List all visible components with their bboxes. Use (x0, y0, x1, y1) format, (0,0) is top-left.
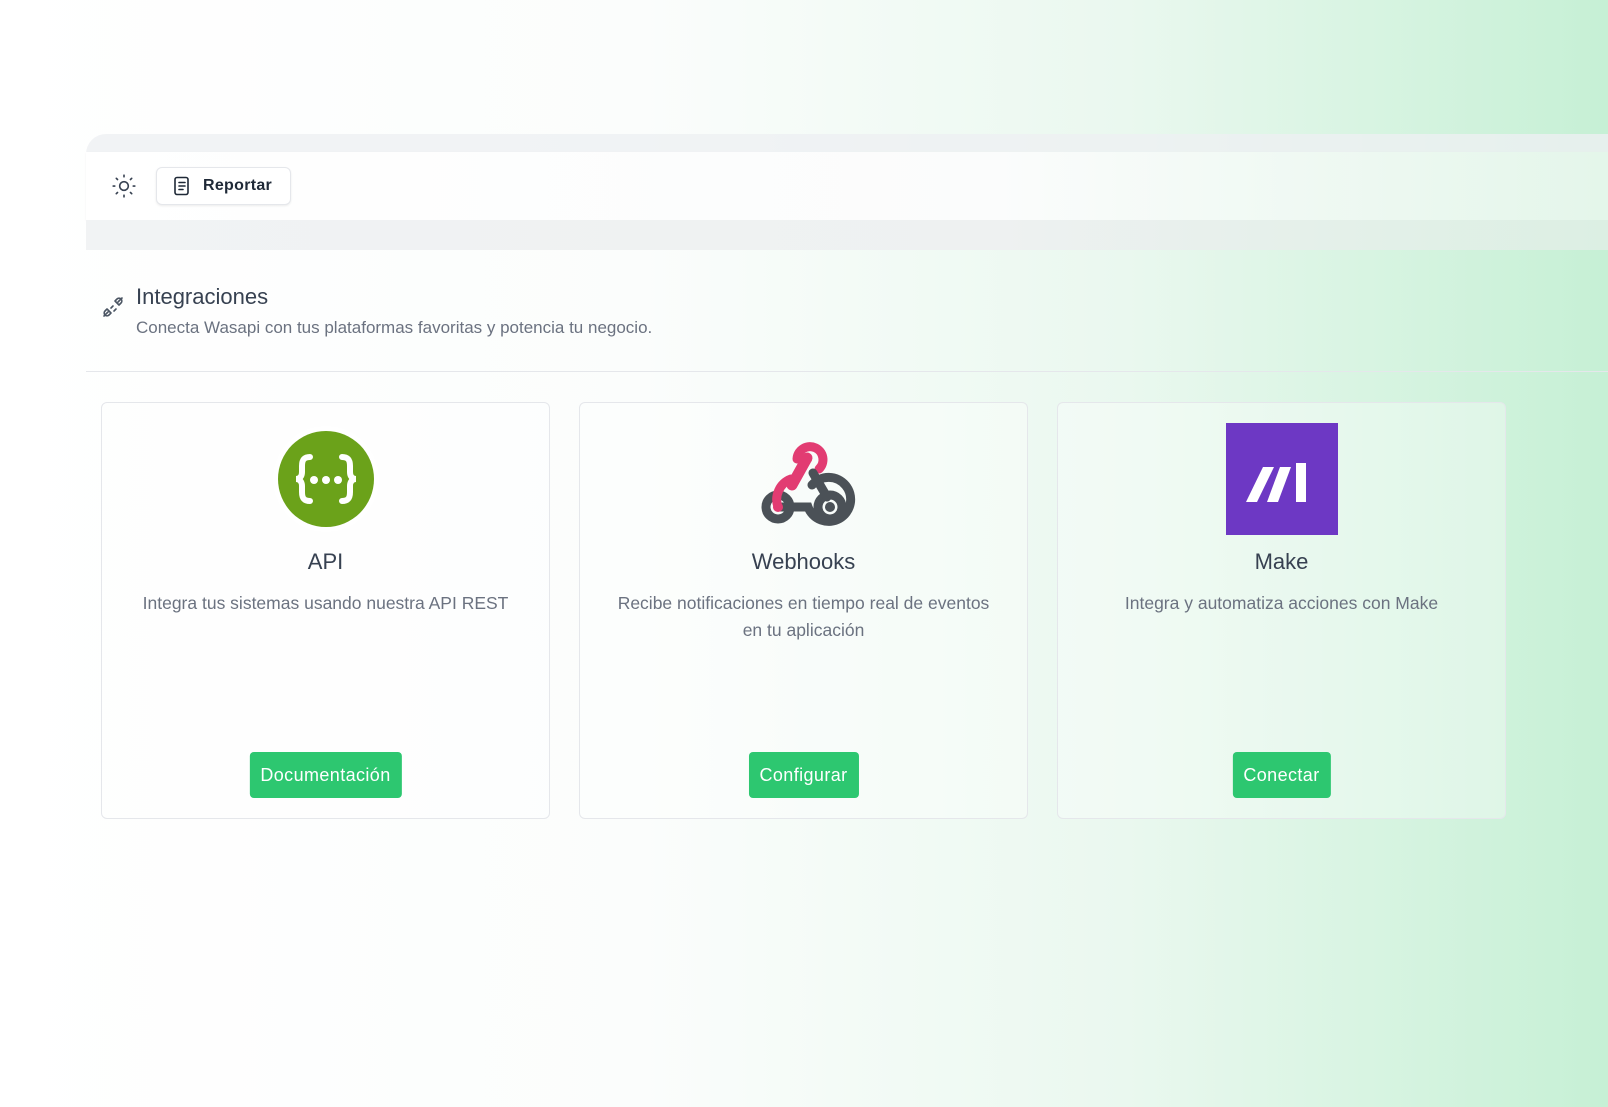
report-button[interactable]: Reportar (156, 167, 292, 205)
integration-description: Integra tus sistemas usando nuestra API … (142, 593, 509, 613)
top-toolbar: Reportar (86, 152, 1608, 220)
integration-description: Integra y automatiza acciones con Make (1124, 593, 1439, 613)
window-frame (86, 134, 1608, 154)
report-button-label: Reportar (203, 177, 273, 194)
integration-name: Webhooks (751, 549, 856, 574)
documentation-button[interactable]: Documentación (249, 752, 402, 798)
integration-description: Recibe notificaciones en tiempo real de … (617, 593, 990, 640)
integration-card-webhooks: Webhooks Recibe notificaciones en tiempo… (579, 402, 1028, 819)
section-header: Integraciones Conecta Wasapi con tus pla… (100, 282, 652, 338)
integration-card-make: Make Integra y automatiza acciones con M… (1057, 402, 1506, 819)
page-subtitle: Conecta Wasapi con tus plataformas favor… (136, 318, 653, 337)
make-logo-icon (1225, 423, 1338, 535)
section-divider (86, 371, 1608, 372)
page-title: Integraciones (136, 284, 269, 309)
integration-name: API (307, 549, 344, 574)
integration-name: Make (1254, 549, 1309, 574)
theme-toggle-button[interactable] (110, 172, 138, 200)
configure-button[interactable]: Configurar (748, 752, 859, 798)
connect-button[interactable]: Conectar (1232, 752, 1331, 798)
plug-icon (103, 297, 123, 317)
sun-icon (112, 174, 136, 198)
toolbar-separator-band (86, 220, 1608, 250)
integration-card-api: API Integra tus sistemas usando nuestra … (101, 402, 550, 819)
webhooks-logo-icon (761, 442, 855, 526)
swagger-logo-icon (272, 426, 379, 532)
document-icon (174, 176, 189, 196)
